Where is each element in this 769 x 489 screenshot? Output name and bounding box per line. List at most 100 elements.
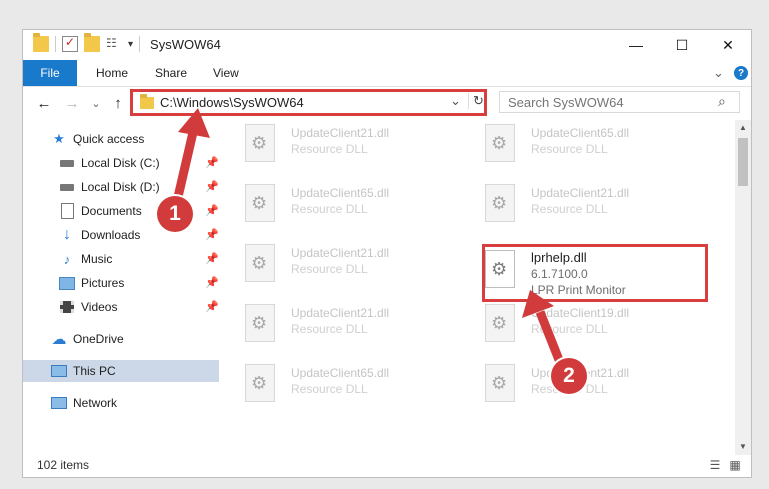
close-button[interactable]: ✕ xyxy=(705,30,751,60)
details-view-icon[interactable]: ☰ xyxy=(707,458,723,472)
file-description: Resource DLL xyxy=(531,142,608,156)
list-item[interactable]: UpdateClient65.dll Resource DLL xyxy=(485,124,685,168)
list-item[interactable]: UpdateClient21.dll Resource DLL xyxy=(485,184,685,228)
file-name: UpdateClient65.dll xyxy=(291,366,390,380)
help-button[interactable]: ? xyxy=(734,60,748,86)
forward-button[interactable]: → xyxy=(63,93,81,113)
expand-ribbon-chevron-icon[interactable]: ⌄ xyxy=(713,60,724,86)
vertical-scrollbar[interactable]: ▲ ▼ xyxy=(735,120,751,455)
file-description: Resource DLL xyxy=(531,202,608,216)
pin-icon[interactable]: 📌 xyxy=(205,252,219,265)
quick-access-toolbar: ☷ ▾ SysWOW64 xyxy=(33,33,221,52)
sidebar-item-this-pc[interactable]: This PC xyxy=(51,360,116,382)
pictures-icon xyxy=(59,275,75,291)
list-item[interactable]: UpdateClient21.dll Resource DLL xyxy=(245,124,445,168)
file-description: Resource DLL xyxy=(291,262,368,276)
file-name: UpdateClient65.dll xyxy=(531,126,630,140)
sidebar-item-music[interactable]: ♪ Music xyxy=(59,248,113,270)
sidebar-item-onedrive[interactable]: ☁ OneDrive xyxy=(51,328,124,350)
dll-file-icon xyxy=(245,124,275,162)
window-title: SysWOW64 xyxy=(150,36,221,52)
sidebar-item-pictures[interactable]: Pictures xyxy=(59,272,124,294)
documents-icon xyxy=(59,203,75,219)
drive-icon xyxy=(59,155,75,171)
sidebar-item-downloads[interactable]: ↓ Downloads xyxy=(59,224,140,246)
large-icons-view-icon[interactable]: ▦ xyxy=(727,458,743,472)
file-name: UpdateClient21.dll xyxy=(291,126,390,140)
pin-icon[interactable]: 📌 xyxy=(205,180,219,193)
file-description: Resource DLL xyxy=(291,202,368,216)
view-options-icon[interactable]: ☷ xyxy=(106,36,122,52)
folder-icon[interactable] xyxy=(33,33,49,52)
dll-file-icon xyxy=(245,364,275,402)
pin-icon[interactable]: 📌 xyxy=(205,300,219,313)
file-name: UpdateClient21.dll xyxy=(531,186,630,200)
file-name: UpdateClient21.dll xyxy=(291,306,390,320)
sidebar-item-local-disk-d[interactable]: Local Disk (D:) xyxy=(59,176,160,198)
scroll-up-arrow-icon[interactable]: ▲ xyxy=(739,123,747,132)
dll-file-icon xyxy=(485,124,515,162)
music-icon: ♪ xyxy=(63,251,71,267)
search-input[interactable] xyxy=(508,94,708,110)
step-badge-2: 2 xyxy=(551,358,587,394)
customize-toolbar-chevron-icon[interactable]: ▾ xyxy=(128,39,133,50)
scroll-down-arrow-icon[interactable]: ▼ xyxy=(739,442,747,451)
pin-icon[interactable]: 📌 xyxy=(205,276,219,289)
sidebar-item-videos[interactable]: Videos xyxy=(59,296,117,318)
sidebar-item-label: OneDrive xyxy=(73,332,124,346)
address-highlight-box xyxy=(130,89,487,116)
file-description: Resource DLL xyxy=(291,322,368,336)
list-item[interactable]: UpdateClient65.dll Resource DLL xyxy=(245,364,445,408)
tab-share[interactable]: Share xyxy=(155,60,187,86)
status-bar: 102 items ☰ ▦ xyxy=(23,455,751,477)
title-divider xyxy=(139,36,141,52)
new-folder-icon[interactable] xyxy=(84,33,100,52)
recent-locations-chevron-icon[interactable]: ⌄ xyxy=(87,93,105,113)
sidebar-item-local-disk-c[interactable]: Local Disk (C:) xyxy=(59,152,160,174)
sidebar-item-label: Videos xyxy=(81,300,118,314)
properties-icon[interactable] xyxy=(62,35,78,52)
pin-icon[interactable]: 📌 xyxy=(205,228,219,241)
list-item[interactable]: UpdateClient21.dll Resource DLL xyxy=(245,244,445,288)
file-description: Resource DLL xyxy=(531,322,608,336)
tab-file[interactable]: File xyxy=(23,60,77,86)
network-icon xyxy=(51,395,67,411)
dll-file-icon xyxy=(245,184,275,222)
scroll-thumb[interactable] xyxy=(738,138,748,186)
maximize-button[interactable]: ☐ xyxy=(659,30,705,60)
sidebar-item-label: Music xyxy=(81,252,113,266)
ribbon-tabs: File Home Share View ⌄ ? xyxy=(23,60,751,87)
list-item[interactable]: UpdateClient19.dll Resource DLL xyxy=(485,304,685,348)
pin-icon[interactable]: 📌 xyxy=(205,156,219,169)
pin-icon[interactable]: 📌 xyxy=(205,204,219,217)
up-button[interactable]: ↑ xyxy=(109,93,127,113)
dll-file-icon xyxy=(245,244,275,282)
back-button[interactable]: ← xyxy=(35,93,53,113)
sidebar-item-documents[interactable]: Documents xyxy=(59,200,142,222)
videos-icon xyxy=(59,299,75,315)
sidebar-item-label: Quick access xyxy=(73,132,145,146)
sidebar-item-label: Local Disk (D:) xyxy=(81,180,160,194)
minimize-button[interactable]: — xyxy=(613,30,659,60)
file-description: Resource DLL xyxy=(291,142,368,156)
file-description: Resource DLL xyxy=(291,382,368,396)
list-item[interactable]: UpdateClient21.dll Resource DLL xyxy=(245,304,445,348)
sidebar-item-quick-access[interactable]: ★ Quick access xyxy=(51,128,144,150)
sidebar-item-label: This PC xyxy=(73,364,116,378)
sidebar-item-label: Local Disk (C:) xyxy=(81,156,160,170)
list-item[interactable]: UpdateClient65.dll Resource DLL xyxy=(245,184,445,228)
sidebar-item-network[interactable]: Network xyxy=(51,392,117,414)
help-icon: ? xyxy=(734,66,748,80)
item-count: 102 items xyxy=(37,458,90,472)
tab-view[interactable]: View xyxy=(213,60,239,86)
computer-icon xyxy=(51,363,67,379)
title-bar: ☷ ▾ SysWOW64 — ☐ ✕ xyxy=(23,30,751,60)
dll-file-icon xyxy=(245,304,275,342)
dll-file-icon xyxy=(485,184,515,222)
star-icon: ★ xyxy=(53,131,65,146)
search-box[interactable]: ⌕ xyxy=(499,91,740,113)
dll-file-icon xyxy=(485,304,515,342)
file-name: UpdateClient19.dll xyxy=(531,306,630,320)
cloud-icon: ☁ xyxy=(51,331,67,348)
tab-home[interactable]: Home xyxy=(96,60,128,86)
